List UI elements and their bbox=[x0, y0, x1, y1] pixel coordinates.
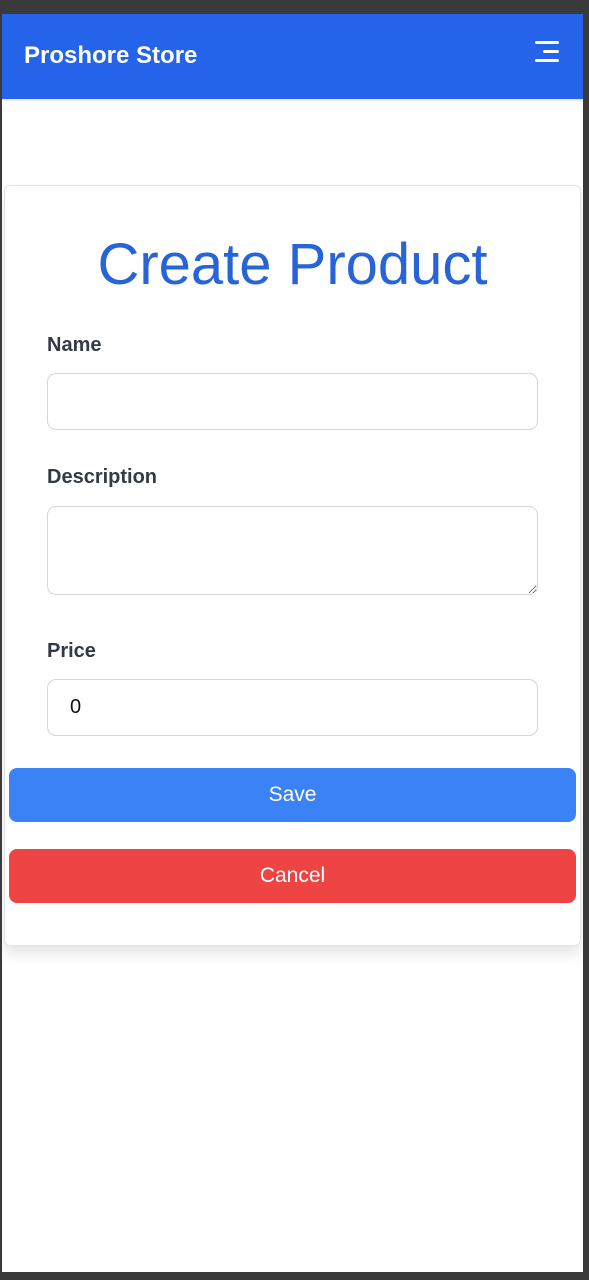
navbar: Proshore Store bbox=[2, 14, 583, 99]
hamburger-menu-icon[interactable] bbox=[531, 40, 559, 63]
save-button[interactable]: Save bbox=[9, 768, 576, 822]
description-textarea[interactable] bbox=[47, 506, 538, 595]
brand-title[interactable]: Proshore Store bbox=[24, 42, 197, 70]
cancel-button[interactable]: Cancel bbox=[9, 849, 576, 903]
price-input[interactable] bbox=[47, 679, 538, 736]
name-label: Name bbox=[47, 334, 102, 356]
app-viewport: Proshore Store Create Product Name Descr… bbox=[2, 14, 583, 1272]
price-label: Price bbox=[47, 640, 96, 662]
create-product-card: Create Product Name Description Price Sa… bbox=[4, 185, 581, 946]
name-input[interactable] bbox=[47, 373, 538, 430]
description-label: Description bbox=[47, 466, 158, 488]
page-title: Create Product bbox=[97, 232, 488, 297]
